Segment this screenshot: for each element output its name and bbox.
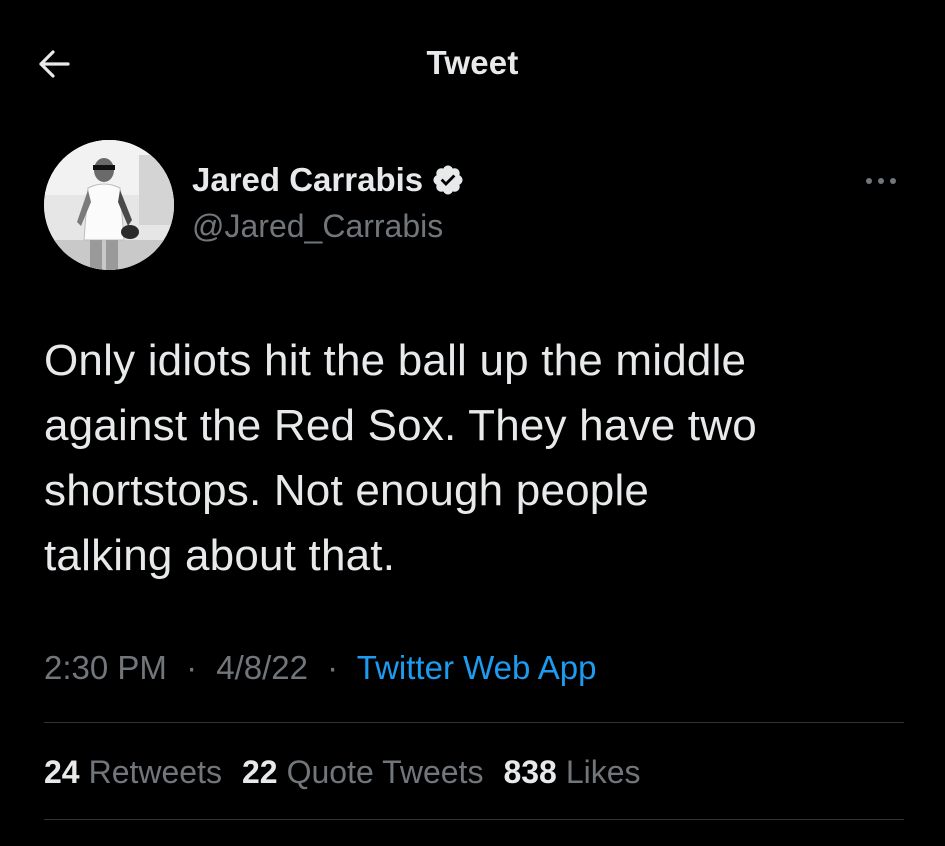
retweets-count: 24 [44, 754, 80, 790]
quote-tweets-count: 22 [241, 754, 278, 790]
quote-tweets-label: Quote Tweets [286, 754, 484, 790]
more-horizontal-icon [866, 178, 896, 184]
likes-count: 838 [503, 754, 557, 790]
likes-label: Likes [565, 754, 641, 790]
tweet-text-line: talking about that. [44, 531, 396, 580]
display-name-row[interactable]: Jared Carrabis [192, 160, 465, 200]
divider [44, 819, 904, 820]
retweets-stat[interactable]: 24 Retweets [44, 750, 222, 794]
top-bar: Tweet [0, 0, 945, 120]
tweet-time[interactable]: 2:30 PM [44, 649, 167, 686]
tweet-date[interactable]: 4/8/22 [216, 649, 308, 686]
quote-tweets-stat[interactable]: 22 Quote Tweets [242, 750, 483, 794]
tweet-source-link[interactable]: Twitter Web App [357, 649, 597, 686]
meta-separator: · [186, 649, 198, 686]
tweet-text-line: Only idiots hit the ball up the middle [44, 336, 747, 385]
page-title: Tweet [426, 44, 519, 81]
avatar[interactable] [44, 140, 174, 270]
tweet-text-line: shortstops. Not enough people [44, 466, 650, 515]
tweet-text-line: against the Red Sox. They have two [44, 401, 757, 450]
likes-stat[interactable]: 838 Likes [503, 750, 640, 794]
user-handle[interactable]: @Jared_Carrabis [192, 206, 465, 246]
avatar-photo [44, 140, 174, 270]
meta-separator: · [327, 649, 339, 686]
engagement-stats: 24 Retweets 22 Quote Tweets 838 Likes [44, 750, 641, 794]
tweet-text: Only idiots hit the ball up the middle a… [44, 328, 904, 588]
tweet-meta: 2:30 PM · 4/8/22 · Twitter Web App [44, 646, 596, 690]
more-options-button[interactable] [858, 166, 904, 196]
tweet-author: Jared Carrabis @Jared_Carrabis [44, 140, 904, 270]
retweets-label: Retweets [88, 754, 222, 790]
author-meta: Jared Carrabis @Jared_Carrabis [192, 160, 465, 246]
verified-badge-icon [431, 163, 465, 197]
divider [44, 722, 904, 723]
display-name: Jared Carrabis [192, 161, 424, 198]
